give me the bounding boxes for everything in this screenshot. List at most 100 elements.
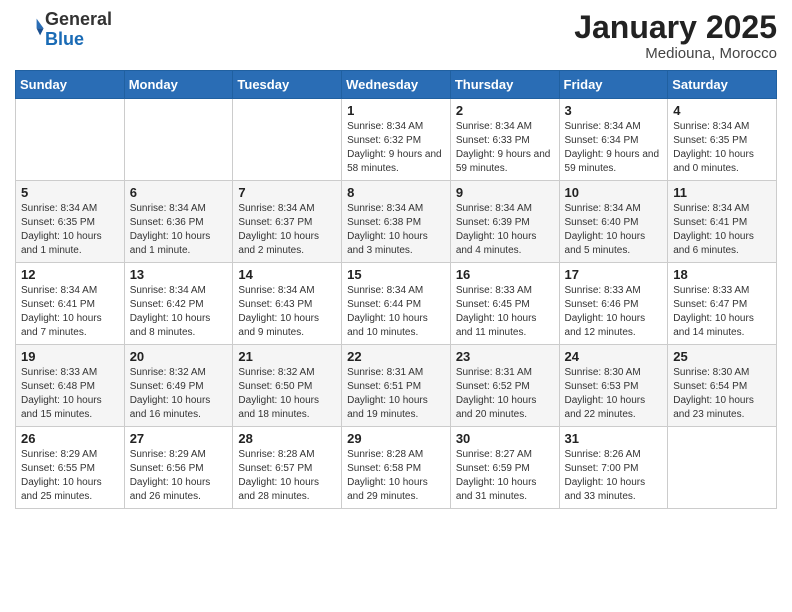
day-number: 8 <box>347 185 445 200</box>
calendar-table: SundayMondayTuesdayWednesdayThursdayFrid… <box>15 70 777 509</box>
calendar-header-row: SundayMondayTuesdayWednesdayThursdayFrid… <box>16 71 777 99</box>
calendar-cell: 16 Sunrise: 8:33 AM Sunset: 6:45 PM Dayli… <box>450 263 559 345</box>
day-header-saturday: Saturday <box>668 71 777 99</box>
calendar-cell: 7 Sunrise: 8:34 AM Sunset: 6:37 PM Daylig… <box>233 181 342 263</box>
day-number: 9 <box>456 185 554 200</box>
calendar-cell: 19 Sunrise: 8:33 AM Sunset: 6:48 PM Dayli… <box>16 345 125 427</box>
day-info: Sunrise: 8:34 AM Sunset: 6:33 PM Dayligh… <box>456 120 554 176</box>
calendar-cell: 14 Sunrise: 8:34 AM Sunset: 6:43 PM Dayli… <box>233 263 342 345</box>
day-number: 22 <box>347 349 445 364</box>
logo-icon <box>17 13 45 41</box>
day-info: Sunrise: 8:34 AM Sunset: 6:35 PM Dayligh… <box>21 202 119 258</box>
day-info: Sunrise: 8:27 AM Sunset: 6:59 PM Dayligh… <box>456 448 554 504</box>
day-header-tuesday: Tuesday <box>233 71 342 99</box>
day-header-sunday: Sunday <box>16 71 125 99</box>
day-info: Sunrise: 8:34 AM Sunset: 6:32 PM Dayligh… <box>347 120 445 176</box>
day-info: Sunrise: 8:33 AM Sunset: 6:46 PM Dayligh… <box>565 284 663 340</box>
day-number: 16 <box>456 267 554 282</box>
logo: General Blue <box>15 10 112 50</box>
calendar-cell <box>233 99 342 181</box>
day-info: Sunrise: 8:29 AM Sunset: 6:55 PM Dayligh… <box>21 448 119 504</box>
calendar-cell: 2 Sunrise: 8:34 AM Sunset: 6:33 PM Daylig… <box>450 99 559 181</box>
calendar-week-row: 26 Sunrise: 8:29 AM Sunset: 6:55 PM Dayli… <box>16 427 777 509</box>
day-number: 13 <box>130 267 228 282</box>
calendar-cell: 11 Sunrise: 8:34 AM Sunset: 6:41 PM Dayli… <box>668 181 777 263</box>
day-info: Sunrise: 8:34 AM Sunset: 6:44 PM Dayligh… <box>347 284 445 340</box>
calendar-cell: 27 Sunrise: 8:29 AM Sunset: 6:56 PM Dayli… <box>124 427 233 509</box>
calendar-cell: 22 Sunrise: 8:31 AM Sunset: 6:51 PM Dayli… <box>342 345 451 427</box>
day-number: 6 <box>130 185 228 200</box>
logo-blue: Blue <box>45 29 84 49</box>
day-number: 17 <box>565 267 663 282</box>
logo-general: General <box>45 9 112 29</box>
day-number: 2 <box>456 103 554 118</box>
calendar-cell: 12Sunrise: 8:34 AM Sunset: 6:41 PM Dayli… <box>16 263 125 345</box>
day-info: Sunrise: 8:34 AM Sunset: 6:39 PM Dayligh… <box>456 202 554 258</box>
day-info: Sunrise: 8:34 AM Sunset: 6:35 PM Dayligh… <box>673 120 771 176</box>
calendar-cell: 6Sunrise: 8:34 AM Sunset: 6:36 PM Daylig… <box>124 181 233 263</box>
calendar-cell: 18 Sunrise: 8:33 AM Sunset: 6:47 PM Dayli… <box>668 263 777 345</box>
day-number: 5 <box>21 185 119 200</box>
calendar-week-row: 5 Sunrise: 8:34 AM Sunset: 6:35 PM Daylig… <box>16 181 777 263</box>
calendar-cell: 24Sunrise: 8:30 AM Sunset: 6:53 PM Dayli… <box>559 345 668 427</box>
calendar-cell: 1 Sunrise: 8:34 AM Sunset: 6:32 PM Daylig… <box>342 99 451 181</box>
calendar-cell: 29 Sunrise: 8:28 AM Sunset: 6:58 PM Dayli… <box>342 427 451 509</box>
day-number: 19 <box>21 349 119 364</box>
day-info: Sunrise: 8:29 AM Sunset: 6:56 PM Dayligh… <box>130 448 228 504</box>
day-info: Sunrise: 8:33 AM Sunset: 6:47 PM Dayligh… <box>673 284 771 340</box>
day-number: 30 <box>456 431 554 446</box>
day-info: Sunrise: 8:34 AM Sunset: 6:34 PM Dayligh… <box>565 120 663 176</box>
day-number: 20 <box>130 349 228 364</box>
day-header-wednesday: Wednesday <box>342 71 451 99</box>
month-title: January 2025 <box>574 10 777 45</box>
calendar-cell: 8 Sunrise: 8:34 AM Sunset: 6:38 PM Daylig… <box>342 181 451 263</box>
day-info: Sunrise: 8:34 AM Sunset: 6:38 PM Dayligh… <box>347 202 445 258</box>
day-info: Sunrise: 8:26 AM Sunset: 7:00 PM Dayligh… <box>565 448 663 504</box>
day-number: 7 <box>238 185 336 200</box>
day-info: Sunrise: 8:34 AM Sunset: 6:42 PM Dayligh… <box>130 284 228 340</box>
day-info: Sunrise: 8:31 AM Sunset: 6:51 PM Dayligh… <box>347 366 445 422</box>
day-info: Sunrise: 8:30 AM Sunset: 6:54 PM Dayligh… <box>673 366 771 422</box>
calendar-cell: 3 Sunrise: 8:34 AM Sunset: 6:34 PM Daylig… <box>559 99 668 181</box>
day-info: Sunrise: 8:34 AM Sunset: 6:41 PM Dayligh… <box>673 202 771 258</box>
calendar-week-row: 12Sunrise: 8:34 AM Sunset: 6:41 PM Dayli… <box>16 263 777 345</box>
day-number: 14 <box>238 267 336 282</box>
day-number: 10 <box>565 185 663 200</box>
calendar-week-row: 19 Sunrise: 8:33 AM Sunset: 6:48 PM Dayli… <box>16 345 777 427</box>
day-number: 29 <box>347 431 445 446</box>
day-header-thursday: Thursday <box>450 71 559 99</box>
calendar-cell: 20Sunrise: 8:32 AM Sunset: 6:49 PM Dayli… <box>124 345 233 427</box>
day-info: Sunrise: 8:34 AM Sunset: 6:43 PM Dayligh… <box>238 284 336 340</box>
day-number: 26 <box>21 431 119 446</box>
calendar-cell: 15 Sunrise: 8:34 AM Sunset: 6:44 PM Dayli… <box>342 263 451 345</box>
calendar-cell <box>124 99 233 181</box>
day-info: Sunrise: 8:31 AM Sunset: 6:52 PM Dayligh… <box>456 366 554 422</box>
day-number: 21 <box>238 349 336 364</box>
day-info: Sunrise: 8:34 AM Sunset: 6:41 PM Dayligh… <box>21 284 119 340</box>
day-info: Sunrise: 8:28 AM Sunset: 6:57 PM Dayligh… <box>238 448 336 504</box>
calendar-cell: 13 Sunrise: 8:34 AM Sunset: 6:42 PM Dayli… <box>124 263 233 345</box>
calendar-week-row: 1 Sunrise: 8:34 AM Sunset: 6:32 PM Daylig… <box>16 99 777 181</box>
calendar-cell: 28Sunrise: 8:28 AM Sunset: 6:57 PM Dayli… <box>233 427 342 509</box>
day-number: 23 <box>456 349 554 364</box>
calendar-cell: 25Sunrise: 8:30 AM Sunset: 6:54 PM Dayli… <box>668 345 777 427</box>
calendar-cell: 30 Sunrise: 8:27 AM Sunset: 6:59 PM Dayli… <box>450 427 559 509</box>
day-header-monday: Monday <box>124 71 233 99</box>
calendar-cell: 23 Sunrise: 8:31 AM Sunset: 6:52 PM Dayli… <box>450 345 559 427</box>
day-number: 1 <box>347 103 445 118</box>
day-number: 18 <box>673 267 771 282</box>
day-number: 11 <box>673 185 771 200</box>
day-info: Sunrise: 8:34 AM Sunset: 6:37 PM Dayligh… <box>238 202 336 258</box>
calendar-cell <box>16 99 125 181</box>
day-info: Sunrise: 8:33 AM Sunset: 6:45 PM Dayligh… <box>456 284 554 340</box>
day-number: 3 <box>565 103 663 118</box>
day-info: Sunrise: 8:34 AM Sunset: 6:40 PM Dayligh… <box>565 202 663 258</box>
day-number: 27 <box>130 431 228 446</box>
calendar-cell: 9 Sunrise: 8:34 AM Sunset: 6:39 PM Daylig… <box>450 181 559 263</box>
day-info: Sunrise: 8:28 AM Sunset: 6:58 PM Dayligh… <box>347 448 445 504</box>
title-block: January 2025 Mediouna, Morocco <box>574 10 777 62</box>
day-info: Sunrise: 8:30 AM Sunset: 6:53 PM Dayligh… <box>565 366 663 422</box>
day-number: 15 <box>347 267 445 282</box>
day-info: Sunrise: 8:33 AM Sunset: 6:48 PM Dayligh… <box>21 366 119 422</box>
calendar-cell: 21Sunrise: 8:32 AM Sunset: 6:50 PM Dayli… <box>233 345 342 427</box>
